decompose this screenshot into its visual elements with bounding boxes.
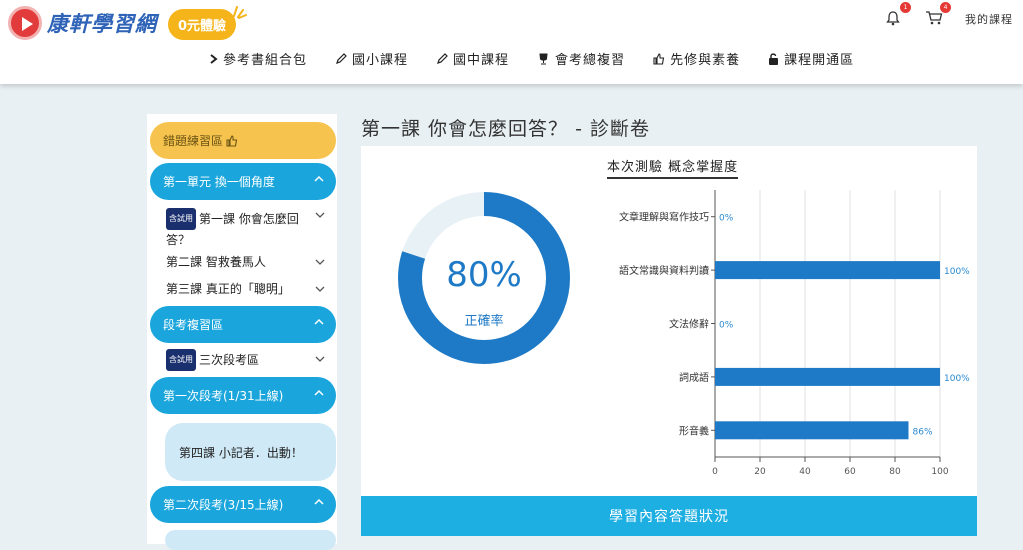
nav-label: 國小課程 [352, 53, 409, 68]
chevron-right-icon [210, 53, 218, 64]
brand-logo[interactable]: 康軒學習網 [8, 6, 157, 40]
exam1-label: 第一次段考(1/31上線) [163, 389, 284, 403]
chevron-up-icon [314, 389, 324, 396]
x-tick-label: 20 [754, 467, 766, 477]
chevron-down-icon[interactable] [315, 212, 325, 219]
top-header: 康軒學習網 0元體驗 1 4 我的課程 參考書組合包 國小課程 國中課程 會考總… [0, 0, 1023, 84]
nav-activation[interactable]: 課程開通區 [768, 49, 854, 68]
page-title: 第一課 你會怎麼回答？ - 診斷卷 [361, 118, 650, 140]
category-label: 詞成語 [679, 371, 709, 384]
nav-elementary[interactable]: 國小課程 [335, 49, 408, 68]
main-nav: 參考書組合包 國小課程 國中課程 會考總複習 先修與素養 課程開通區 [210, 49, 882, 68]
category-label: 文法修辭 [669, 318, 709, 331]
lesson2-item[interactable]: 第二課 智救養馬人 [166, 252, 314, 272]
accuracy-label: 正確率 [464, 314, 504, 329]
notification-button[interactable]: 1 [885, 2, 911, 28]
chart-title: 本次測驗 概念掌握度 [607, 156, 739, 179]
x-tick-label: 100 [931, 467, 948, 477]
trial-tag: 含試用 [166, 208, 196, 230]
bell-icon [886, 11, 900, 26]
unlock-icon [769, 52, 779, 65]
review-item-label: 三次段考區 [199, 353, 260, 367]
bar [715, 421, 909, 440]
header-actions: 1 4 我的課程 [885, 2, 1013, 28]
x-tick-label: 0 [712, 467, 718, 477]
accuracy-value: 80% [446, 255, 522, 295]
chevron-down-icon[interactable] [315, 286, 325, 293]
category-label: 語文常識與資料判讀 [619, 264, 709, 277]
free-trial-button[interactable]: 0元體驗 [168, 9, 236, 40]
lesson3-label: 第三課 真正的「聰明」 [166, 282, 290, 296]
chevron-down-icon[interactable] [315, 259, 325, 266]
nav-label: 國中課程 [453, 53, 510, 68]
trophy-icon [539, 53, 548, 64]
cart-button[interactable]: 4 [925, 2, 951, 28]
wrong-answer-practice[interactable]: 錯題練習區 [150, 122, 336, 159]
review-label: 段考複習區 [163, 318, 224, 332]
brand-name: 康軒學習網 [47, 12, 157, 36]
pencil-icon [437, 52, 448, 64]
value-label: 86% [913, 427, 933, 437]
lesson4-label: 第四課 小記者．出動！ [179, 445, 303, 460]
bar [715, 367, 940, 386]
chevron-up-icon [314, 498, 324, 505]
answer-status-label: 學習內容答題狀況 [609, 509, 729, 525]
unit1-header[interactable]: 第一單元 換一個角度 [150, 163, 336, 200]
answer-status-section[interactable]: 學習內容答題狀況 [361, 496, 977, 536]
review-header[interactable]: 段考複習區 [150, 306, 336, 343]
lesson1-item[interactable]: 含試用 第一課 你會怎麼回答？ [166, 208, 314, 250]
nav-label: 課程開通區 [784, 53, 855, 68]
nav-label: 參考書組合包 [223, 53, 308, 68]
chevron-up-icon [314, 175, 324, 182]
nav-junior-high[interactable]: 國中課程 [436, 49, 509, 68]
pencil-icon [336, 52, 347, 64]
x-tick-label: 60 [844, 467, 856, 477]
nav-label: 先修與素養 [670, 53, 741, 68]
exam2-content [165, 530, 336, 550]
concept-mastery-chart: 0 20 40 60 80 100 文章理解與寫作技巧 0% 語文常識與資料判讀 100% 文法修辭… [619, 190, 970, 477]
notification-badge: 1 [900, 2, 911, 13]
play-logo-icon [8, 6, 42, 40]
category-label: 形音義 [679, 424, 709, 437]
nav-exam-review[interactable]: 會考總複習 [537, 49, 625, 68]
thumbs-up-icon [226, 134, 238, 147]
x-tick-label: 40 [799, 467, 811, 477]
chevron-up-icon [314, 318, 324, 325]
trial-tag: 含試用 [166, 349, 196, 371]
bar [715, 261, 940, 280]
wrong-answer-label: 錯題練習區 [163, 134, 224, 148]
unit1-label: 第一單元 換一個角度 [163, 175, 275, 189]
exam1-header[interactable]: 第一次段考(1/31上線) [150, 377, 336, 414]
lesson3-item[interactable]: 第三課 真正的「聰明」 [166, 279, 314, 299]
chevron-down-icon[interactable] [315, 356, 325, 363]
value-label: 100% [944, 374, 970, 384]
review-item[interactable]: 含試用 三次段考區 [166, 349, 314, 371]
value-label: 0% [719, 321, 734, 331]
sparkle-rays-icon [233, 6, 247, 19]
cart-icon [926, 11, 943, 25]
lesson2-label: 第二課 智救養馬人 [166, 255, 266, 269]
category-label: 文章理解與寫作技巧 [619, 211, 709, 224]
nav-prep[interactable]: 先修與素養 [653, 49, 740, 68]
value-label: 100% [944, 267, 970, 277]
thumbs-up-icon [653, 52, 665, 65]
exam2-header[interactable]: 第二次段考(3/15上線) [150, 486, 336, 523]
cart-badge: 4 [940, 2, 951, 13]
nav-label: 會考總複習 [555, 53, 626, 68]
value-label: 0% [719, 214, 734, 224]
exam2-label: 第二次段考(3/15上線) [163, 498, 284, 512]
course-sidebar: 錯題練習區 第一單元 換一個角度 含試用 第一課 你會怎麼回答？ 第二課 智救養馬… [147, 114, 337, 550]
x-tick-label: 80 [889, 467, 901, 477]
nav-bundles[interactable]: 參考書組合包 [210, 49, 307, 68]
lesson4-item[interactable]: 第四課 小記者．出動！ [165, 423, 336, 481]
my-courses-link[interactable]: 我的課程 [965, 11, 1013, 27]
